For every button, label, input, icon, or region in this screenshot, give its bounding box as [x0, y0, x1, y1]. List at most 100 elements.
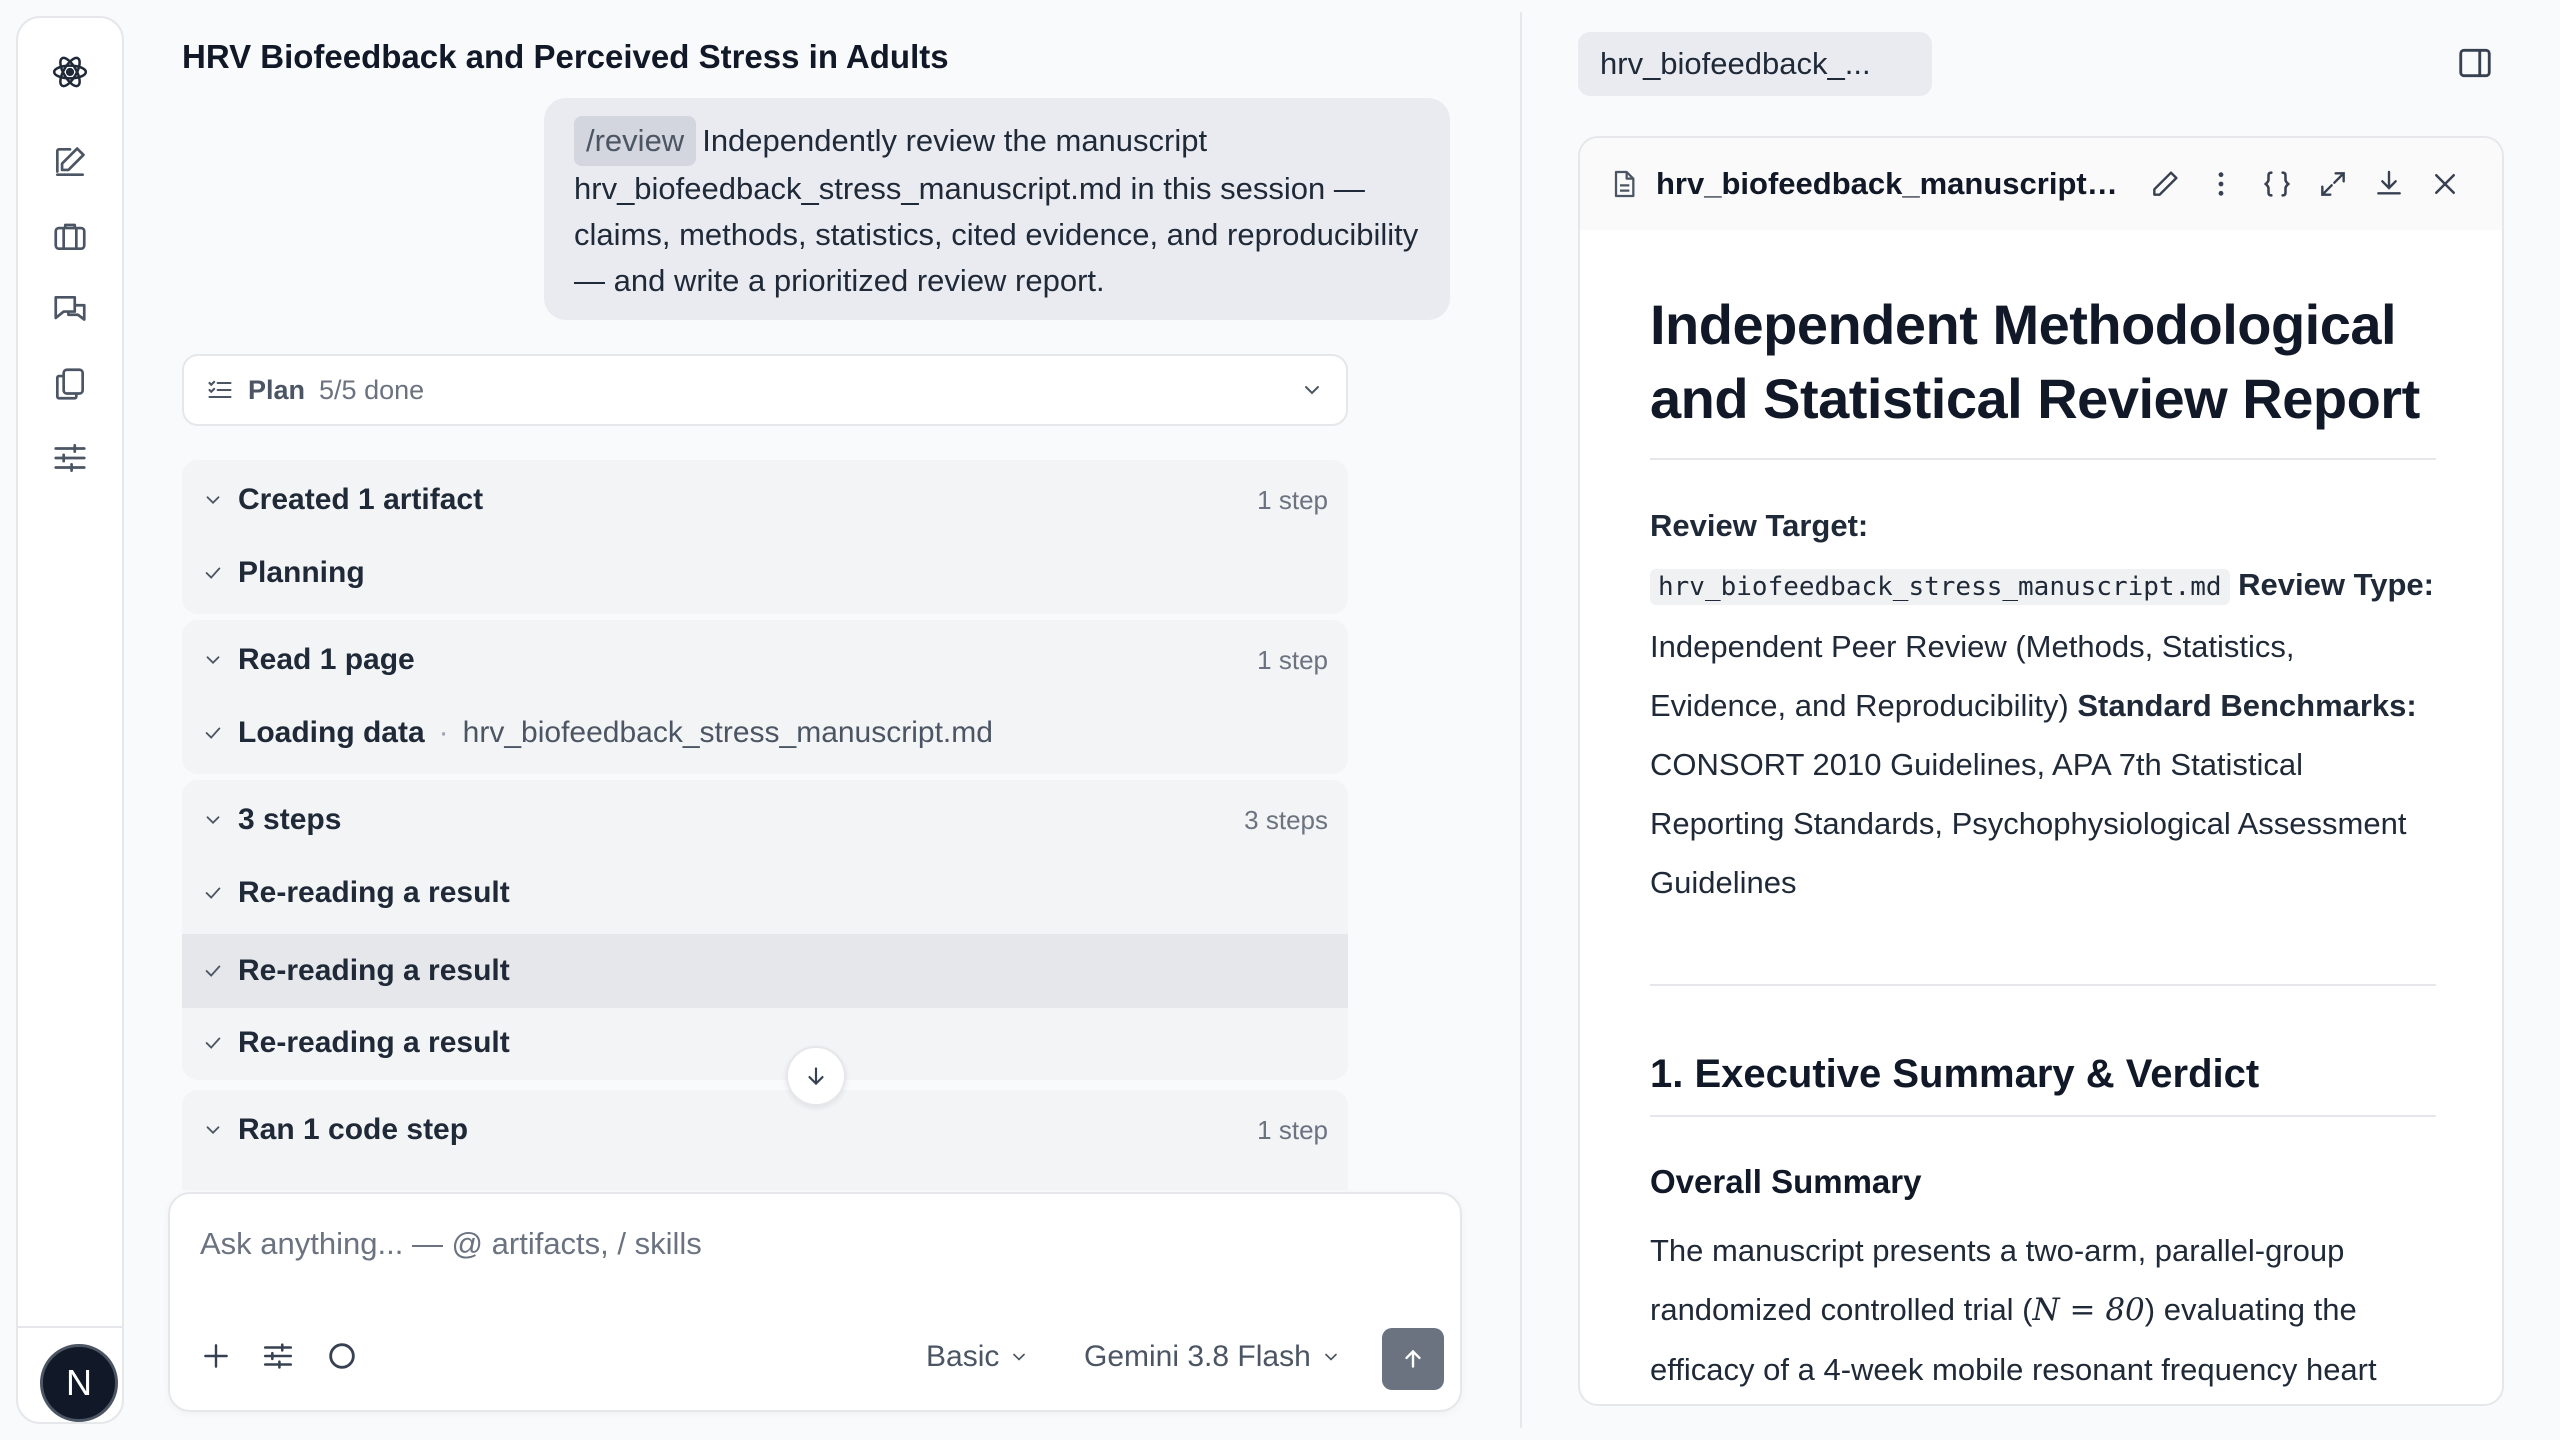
documents-icon[interactable]: [38, 352, 102, 416]
artifact-tab[interactable]: hrv_biofeedback_...: [1578, 32, 1932, 96]
step-group-header[interactable]: Read 1 page 1 step: [182, 620, 1348, 700]
sliders-icon: [263, 1343, 293, 1369]
step-group-header[interactable]: Ran 1 code step 1 step: [182, 1090, 1348, 1170]
step-group-count: 3 steps: [1244, 804, 1328, 835]
sidebar-toggle-icon: [2459, 48, 2491, 78]
divider: [1650, 458, 2436, 460]
view-source-button[interactable]: [2260, 167, 2294, 201]
tools-button[interactable]: [256, 1334, 300, 1378]
code-braces-icon: [2263, 171, 2291, 197]
chat-title: HRV Biofeedback and Perceived Stress in …: [182, 38, 949, 75]
benchmarks-label: Standard Benchmarks:: [2077, 688, 2417, 723]
chevron-down-icon: [1305, 386, 1319, 395]
download-button[interactable]: [2372, 167, 2406, 201]
artifact-filename: hrv_biofeedback_manuscript_review_report…: [1656, 166, 2126, 201]
download-icon: [2377, 170, 2401, 195]
step-row[interactable]: Re-reading a result: [182, 934, 1348, 1008]
chevron-down-icon: [1013, 1353, 1026, 1361]
model-select[interactable]: Gemini 3.8 Flash: [1084, 1340, 1341, 1374]
arrow-up-icon: [1405, 1349, 1421, 1368]
step-row[interactable]: Re-reading a result: [182, 1006, 1348, 1080]
user-message: /review Independently review the manuscri…: [544, 98, 1450, 320]
chevron-down-icon: [206, 656, 220, 665]
step-group: Read 1 page 1 step Loading data · hrv_bi…: [182, 620, 1348, 774]
chats-icon[interactable]: [38, 278, 102, 342]
check-icon: [205, 887, 221, 899]
check-icon: [205, 727, 221, 739]
check-icon: [205, 1037, 221, 1049]
plan-count: 5/5 done: [319, 374, 425, 405]
document-title: Independent Methodological and Statistic…: [1650, 293, 2420, 430]
section-heading: 1. Executive Summary & Verdict: [1650, 1052, 2260, 1096]
edit-button[interactable]: [2148, 167, 2182, 201]
plan-label: Plan: [248, 374, 306, 405]
benchmarks-value: CONSORT 2010 Guidelines, APA 7th Statist…: [1650, 747, 2407, 900]
scroll-to-bottom-button[interactable]: [786, 1046, 846, 1106]
step-row[interactable]: Loading data · hrv_biofeedback_stress_ma…: [182, 696, 1348, 770]
more-options-button[interactable]: [2204, 167, 2238, 201]
status-circle-button[interactable]: [320, 1334, 364, 1378]
step-group-count: 1 step: [1257, 484, 1328, 515]
more-vertical-icon: [2218, 172, 2224, 196]
check-icon: [205, 567, 221, 579]
briefcase-icon[interactable]: [38, 204, 102, 268]
steps-list: Created 1 artifact 1 step Planning Read …: [182, 460, 1348, 1190]
divider: [1650, 984, 2436, 986]
panel-divider[interactable]: [1520, 12, 1522, 1428]
close-icon: [2435, 174, 2455, 194]
new-chat-icon[interactable]: [38, 130, 102, 194]
close-button[interactable]: [2428, 167, 2462, 201]
step-row[interactable]: Re-reading a result: [182, 856, 1348, 930]
step-group-header[interactable]: 3 steps 3 steps: [182, 780, 1348, 860]
step-group: Ran 1 code step 1 step: [182, 1090, 1348, 1190]
review-type-label: Review Type:: [2238, 567, 2434, 602]
atom-logo-icon[interactable]: [38, 40, 102, 104]
rail-divider: [18, 1326, 122, 1328]
divider: [1650, 1115, 2436, 1117]
artifact-header: hrv_biofeedback_manuscript_review_report…: [1580, 138, 2502, 230]
command-chip: /review: [574, 116, 697, 166]
composer: Ask anything... — @ artifacts, / skills …: [168, 1192, 1462, 1412]
pencil-icon: [2153, 171, 2178, 196]
avatar[interactable]: N: [40, 1344, 118, 1422]
artifact-viewer: hrv_biofeedback_manuscript_review_report…: [1578, 136, 2504, 1406]
arrow-down-icon: [808, 1067, 824, 1086]
plus-icon: [204, 1344, 228, 1368]
user-message-text: Independently review the manuscript hrv_…: [574, 123, 1419, 298]
chevron-down-icon: [206, 1126, 220, 1135]
step-group-count: 1 step: [1257, 644, 1328, 675]
step-row[interactable]: Planning: [182, 536, 1348, 610]
review-metadata: Review Target: hrv_biofeedback_stress_ma…: [1650, 496, 2436, 912]
subsection-heading: Overall Summary: [1650, 1163, 1922, 1200]
send-button[interactable]: [1382, 1328, 1444, 1390]
expand-icon: [2321, 172, 2345, 196]
sample-size-math: N = 80: [2032, 1292, 2145, 1328]
artifact-content: Independent Methodological and Statistic…: [1650, 288, 2436, 1399]
step-text: Planning: [238, 556, 365, 589]
message-input[interactable]: Ask anything... — @ artifacts, / skills: [200, 1226, 702, 1262]
step-group: Created 1 artifact 1 step Planning: [182, 460, 1348, 614]
add-attachment-button[interactable]: [194, 1334, 238, 1378]
step-group-title: 3 steps: [238, 803, 342, 836]
settings-sliders-icon[interactable]: [38, 426, 102, 490]
model-select-value: Gemini 3.8 Flash: [1084, 1340, 1311, 1373]
step-group-title: Ran 1 code step: [238, 1113, 469, 1146]
plan-bar[interactable]: Plan 5/5 done: [182, 354, 1348, 426]
mode-select[interactable]: Basic: [926, 1340, 1029, 1374]
chevron-down-icon: [206, 496, 220, 505]
file-icon: [1614, 170, 1635, 198]
step-text: Re-reading a result: [238, 1026, 510, 1059]
step-group-header[interactable]: Created 1 artifact 1 step: [182, 460, 1348, 540]
review-target-file: hrv_biofeedback_stress_manuscript.md: [1650, 569, 2230, 605]
toggle-panel-button[interactable]: [2456, 44, 2496, 84]
mode-select-value: Basic: [926, 1340, 1000, 1373]
step-file-link[interactable]: hrv_biofeedback_stress_manuscript.md: [463, 716, 993, 750]
expand-button[interactable]: [2316, 167, 2350, 201]
step-group-count: 1 step: [1257, 1114, 1328, 1145]
plan-list-icon: [208, 380, 232, 399]
review-target-label: Review Target:: [1650, 508, 1869, 543]
chevron-down-icon: [206, 816, 220, 825]
circle-icon: [329, 1343, 355, 1369]
chevron-down-icon: [1324, 1353, 1337, 1361]
step-text: Loading data: [238, 716, 425, 749]
